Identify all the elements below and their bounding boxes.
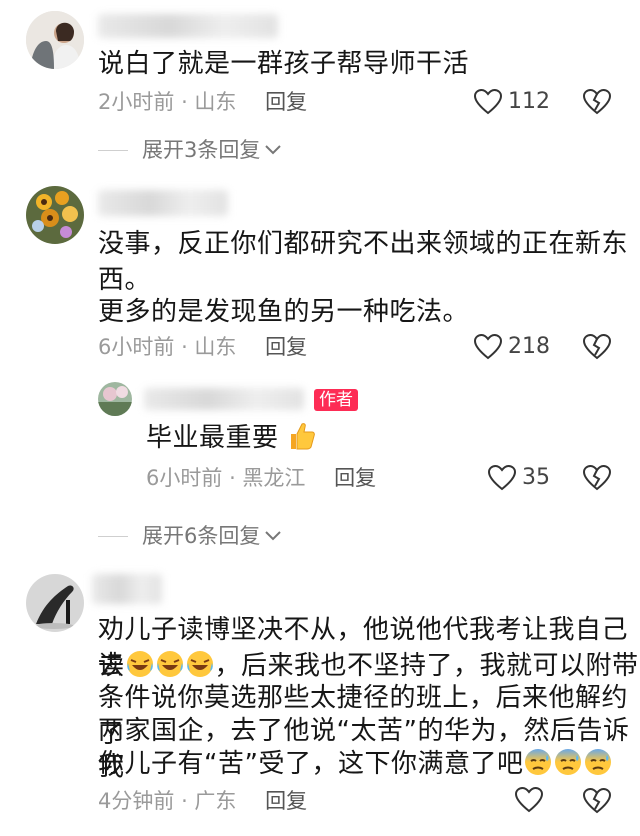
broken-heart-icon [582, 464, 612, 491]
comment-location: 山东 [194, 335, 237, 359]
expand-replies-button[interactable]: 展开3条回复 [98, 136, 282, 164]
comment-location: 山东 [194, 90, 237, 114]
heart-icon [515, 787, 543, 813]
username-blurred [144, 388, 304, 410]
comment-time: 4分钟前 [98, 789, 175, 813]
heart-icon [474, 334, 502, 360]
comment-text-line: 读，后来我也不坚持了，我就可以附带 [98, 651, 639, 681]
comment-text: 说白了就是一群孩子帮导师干活 [98, 49, 470, 79]
reply-button[interactable]: 回复 [265, 789, 307, 813]
like-count: 218 [508, 334, 550, 359]
reply-location: 黑龙江 [242, 466, 306, 490]
dislike-button[interactable] [582, 88, 612, 119]
thumbs-up-emoji-icon [291, 423, 316, 450]
reply-meta: 6小时前 · 黑龙江 回复 [146, 466, 377, 490]
avatar[interactable] [26, 11, 84, 69]
comment-text-line: 没事，反正你们都研究不出来领域的正在新东 [98, 229, 629, 259]
broken-heart-icon [582, 787, 612, 814]
cold-sweat-emoji-icon [585, 749, 612, 775]
comment-text-line: 更多的是发现鱼的另一种吃法。 [98, 297, 470, 327]
comment-meta: 2小时前 · 山东 回复 [98, 90, 308, 114]
like-count: 112 [508, 89, 550, 114]
comment-text-line: 你儿子有“苦”受了，这下你满意了吧 [98, 746, 613, 782]
comment-text-line: 西。 [98, 265, 152, 295]
chevron-down-icon [265, 145, 282, 155]
dislike-button[interactable] [582, 787, 612, 818]
broken-heart-icon [582, 333, 612, 360]
like-button[interactable]: 112 [474, 88, 550, 116]
comment-time: 2小时前 [98, 90, 175, 114]
reply-time: 6小时前 [146, 466, 223, 490]
like-button[interactable]: 218 [474, 333, 550, 361]
comment-time: 6小时前 [98, 335, 175, 359]
comment-meta: 6小时前 · 山东 回复 [98, 335, 308, 359]
cold-sweat-emoji-icon [525, 749, 552, 775]
cold-sweat-emoji-icon [555, 749, 582, 775]
reply-button[interactable]: 回复 [265, 90, 307, 114]
reply-text: 毕业最重要 [146, 420, 317, 456]
like-count: 35 [522, 465, 550, 490]
username-blurred [98, 14, 278, 38]
heart-icon [488, 465, 516, 491]
dislike-button[interactable] [582, 333, 612, 364]
avatar[interactable] [26, 186, 84, 244]
dislike-button[interactable] [582, 464, 612, 495]
author-tag: 作者 [314, 389, 358, 411]
chevron-down-icon [265, 531, 282, 541]
expand-replies-button[interactable]: 展开6条回复 [98, 522, 282, 550]
laughing-emoji-icon [156, 651, 183, 677]
username-blurred [98, 190, 228, 216]
reply-button[interactable]: 回复 [265, 335, 307, 359]
like-button[interactable] [515, 787, 543, 813]
comment-meta: 4分钟前 · 广东 回复 [98, 789, 308, 813]
broken-heart-icon [582, 88, 612, 115]
laughing-emoji-icon [126, 651, 153, 677]
username-blurred [92, 574, 162, 604]
laughing-emoji-icon [186, 651, 213, 677]
like-button[interactable]: 35 [488, 464, 550, 492]
comment-location: 广东 [194, 789, 237, 813]
heart-icon [474, 89, 502, 115]
avatar[interactable] [26, 574, 84, 632]
reply-button[interactable]: 回复 [334, 466, 376, 490]
reply-avatar[interactable] [98, 382, 132, 416]
